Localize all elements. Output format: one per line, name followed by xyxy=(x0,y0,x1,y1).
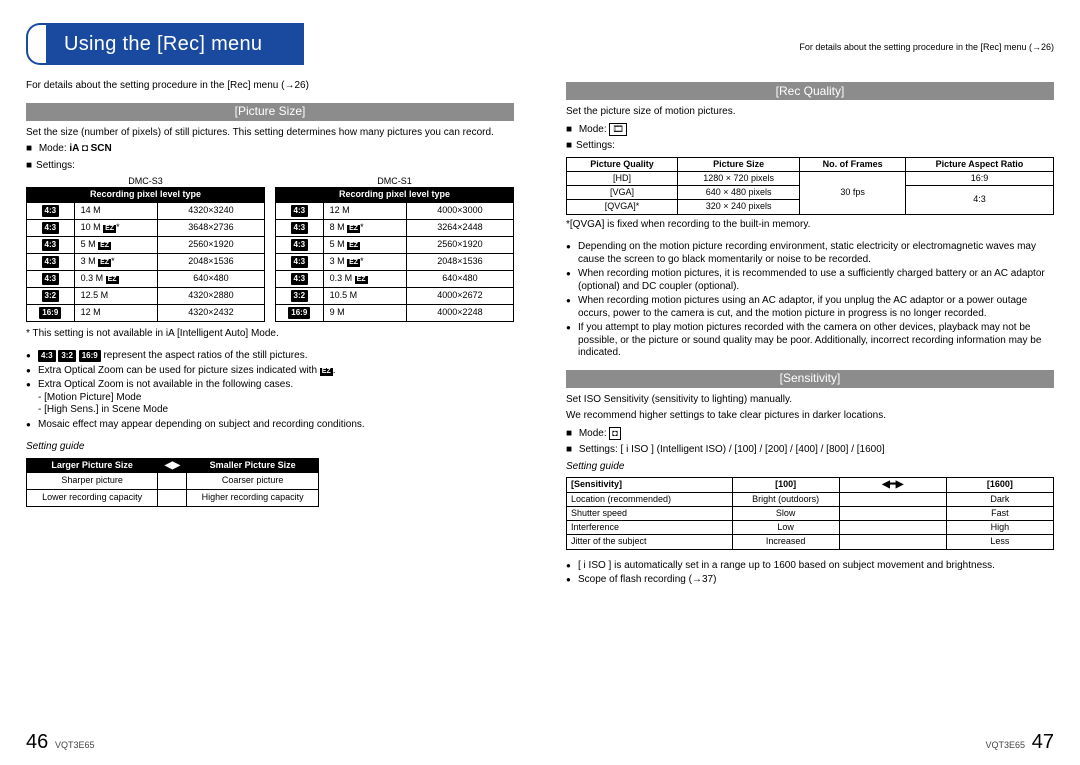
sensitivity-guide-table: [Sensitivity] [100] ◀━▶ [1600] Location … xyxy=(566,477,1054,549)
rec-quality-notes: Depending on the motion picture recordin… xyxy=(566,241,1054,360)
mode-row: Mode: iA ◘ SCN xyxy=(26,143,514,156)
right-page: For details about the setting procedure … xyxy=(540,0,1080,765)
sens-rec: We recommend higher settings to take cle… xyxy=(566,410,1054,423)
mode-icons: iA ◘ SCN xyxy=(69,143,111,154)
table-row: 3:210.5 M 4000×2672 xyxy=(276,287,514,304)
table-row: 4:312 M 4000×3000 xyxy=(276,202,514,219)
table-row: 4:310 M EZ*3648×2736 xyxy=(27,219,265,236)
section-sensitivity: [Sensitivity] xyxy=(566,370,1054,388)
table-row: 4:314 M 4320×3240 xyxy=(27,202,265,219)
picture-size-desc: Set the size (number of pixels) of still… xyxy=(26,127,514,140)
rq-settings-label: Settings: xyxy=(566,140,1054,153)
note-item: If you attempt to play motion pictures r… xyxy=(578,322,1054,360)
sens-desc: Set ISO Sensitivity (sensitivity to ligh… xyxy=(566,394,1054,407)
sensitivity-notes: [ i ISO ] is automatically set in a rang… xyxy=(566,560,1054,587)
picture-size-guide-table: Larger Picture Size ◀▶ Smaller Picture S… xyxy=(26,458,319,507)
table-row: 4:38 M EZ*3264×2448 xyxy=(276,219,514,236)
model-left: DMC-S3 xyxy=(26,176,265,187)
picture-size-tables: DMC-S3 Recording pixel level type 4:314 … xyxy=(26,176,514,322)
table-row: Shutter speedSlowFast xyxy=(567,506,1054,520)
note-item: Mosaic effect may appear depending on su… xyxy=(38,419,514,432)
table-row: Lower recording capacityHigher recording… xyxy=(27,489,319,506)
table-row: 4:33 M EZ*2048×1536 xyxy=(276,253,514,270)
sens-guide-title: Setting guide xyxy=(566,461,1054,474)
note-item: Extra Optical Zoom can be used for pictu… xyxy=(38,365,514,378)
sens-settings: Settings: [ i ISO ] (Intelligent ISO) / … xyxy=(566,444,1054,457)
rec-quality-desc: Set the picture size of motion pictures. xyxy=(566,106,1054,119)
sens-mode: Mode: ◘ xyxy=(566,427,1054,441)
note-item: Extra Optical Zoom is not available in t… xyxy=(38,379,514,417)
details-ref-right: For details about the setting procedure … xyxy=(799,42,1054,53)
left-page: Using the [Rec] menu For details about t… xyxy=(0,0,540,765)
rq-star: *[QVGA] is fixed when recording to the b… xyxy=(566,219,1054,232)
note-item: When recording motion pictures, it is re… xyxy=(578,268,1054,293)
table-row: [HD]1280 × 720 pixels30 fps16:9 xyxy=(567,171,1054,185)
page-number-right: VQT3E65 47 xyxy=(981,730,1054,755)
note-item: When recording motion pictures using an … xyxy=(578,295,1054,320)
camera-icon: ◘ xyxy=(609,427,620,440)
note-item: Depending on the motion picture recordin… xyxy=(578,241,1054,266)
guide-title: Setting guide xyxy=(26,441,514,454)
table-row: 3:212.5 M 4320×2880 xyxy=(27,287,265,304)
chapter-title: Using the [Rec] menu xyxy=(46,23,304,65)
picture-size-notes: 4:3 3:2 16:9 represent the aspect ratios… xyxy=(26,350,514,431)
note-item: 4:3 3:2 16:9 represent the aspect ratios… xyxy=(38,350,514,363)
note-item: [ i ISO ] is automatically set in a rang… xyxy=(578,560,1054,573)
rq-mode: Mode: 🎞 xyxy=(566,123,1054,137)
details-ref: For details about the setting procedure … xyxy=(26,80,514,93)
table-row: 4:30.3 M EZ640×480 xyxy=(27,270,265,287)
table-row: 4:35 M EZ2560×1920 xyxy=(276,236,514,253)
page-number-left: 46 VQT3E65 xyxy=(26,730,99,755)
table-row: 4:30.3 M EZ640×480 xyxy=(276,270,514,287)
motion-picture-icon: 🎞 xyxy=(609,123,626,136)
table-row: 16:99 M 4000×2248 xyxy=(276,304,514,321)
settings-label: Settings: xyxy=(26,160,514,173)
note-item: Scope of flash recording (→37) xyxy=(578,574,1054,587)
table-row: Location (recommended)Bright (outdoors)D… xyxy=(567,492,1054,506)
section-picture-size: [Picture Size] xyxy=(26,103,514,121)
table-row: 4:35 M EZ2560×1920 xyxy=(27,236,265,253)
table-row: 16:912 M 4320×2432 xyxy=(27,304,265,321)
table-row: InterferenceLowHigh xyxy=(567,521,1054,535)
table-row: 4:33 M EZ*2048×1536 xyxy=(27,253,265,270)
star-note: * This setting is not available in iA [I… xyxy=(26,328,514,341)
chapter-tab: Using the [Rec] menu xyxy=(26,24,514,72)
table-row: Sharper pictureCoarser picture xyxy=(27,472,319,489)
double-arrow-icon: ◀━▶ xyxy=(882,480,903,490)
model-right: DMC-S1 xyxy=(275,176,514,187)
rec-quality-table: Picture QualityPicture SizeNo. of Frames… xyxy=(566,157,1054,215)
table-row: Jitter of the subjectIncreasedLess xyxy=(567,535,1054,549)
double-arrow-icon: ◀▶ xyxy=(165,461,180,471)
section-rec-quality: [Rec Quality] xyxy=(566,82,1054,100)
